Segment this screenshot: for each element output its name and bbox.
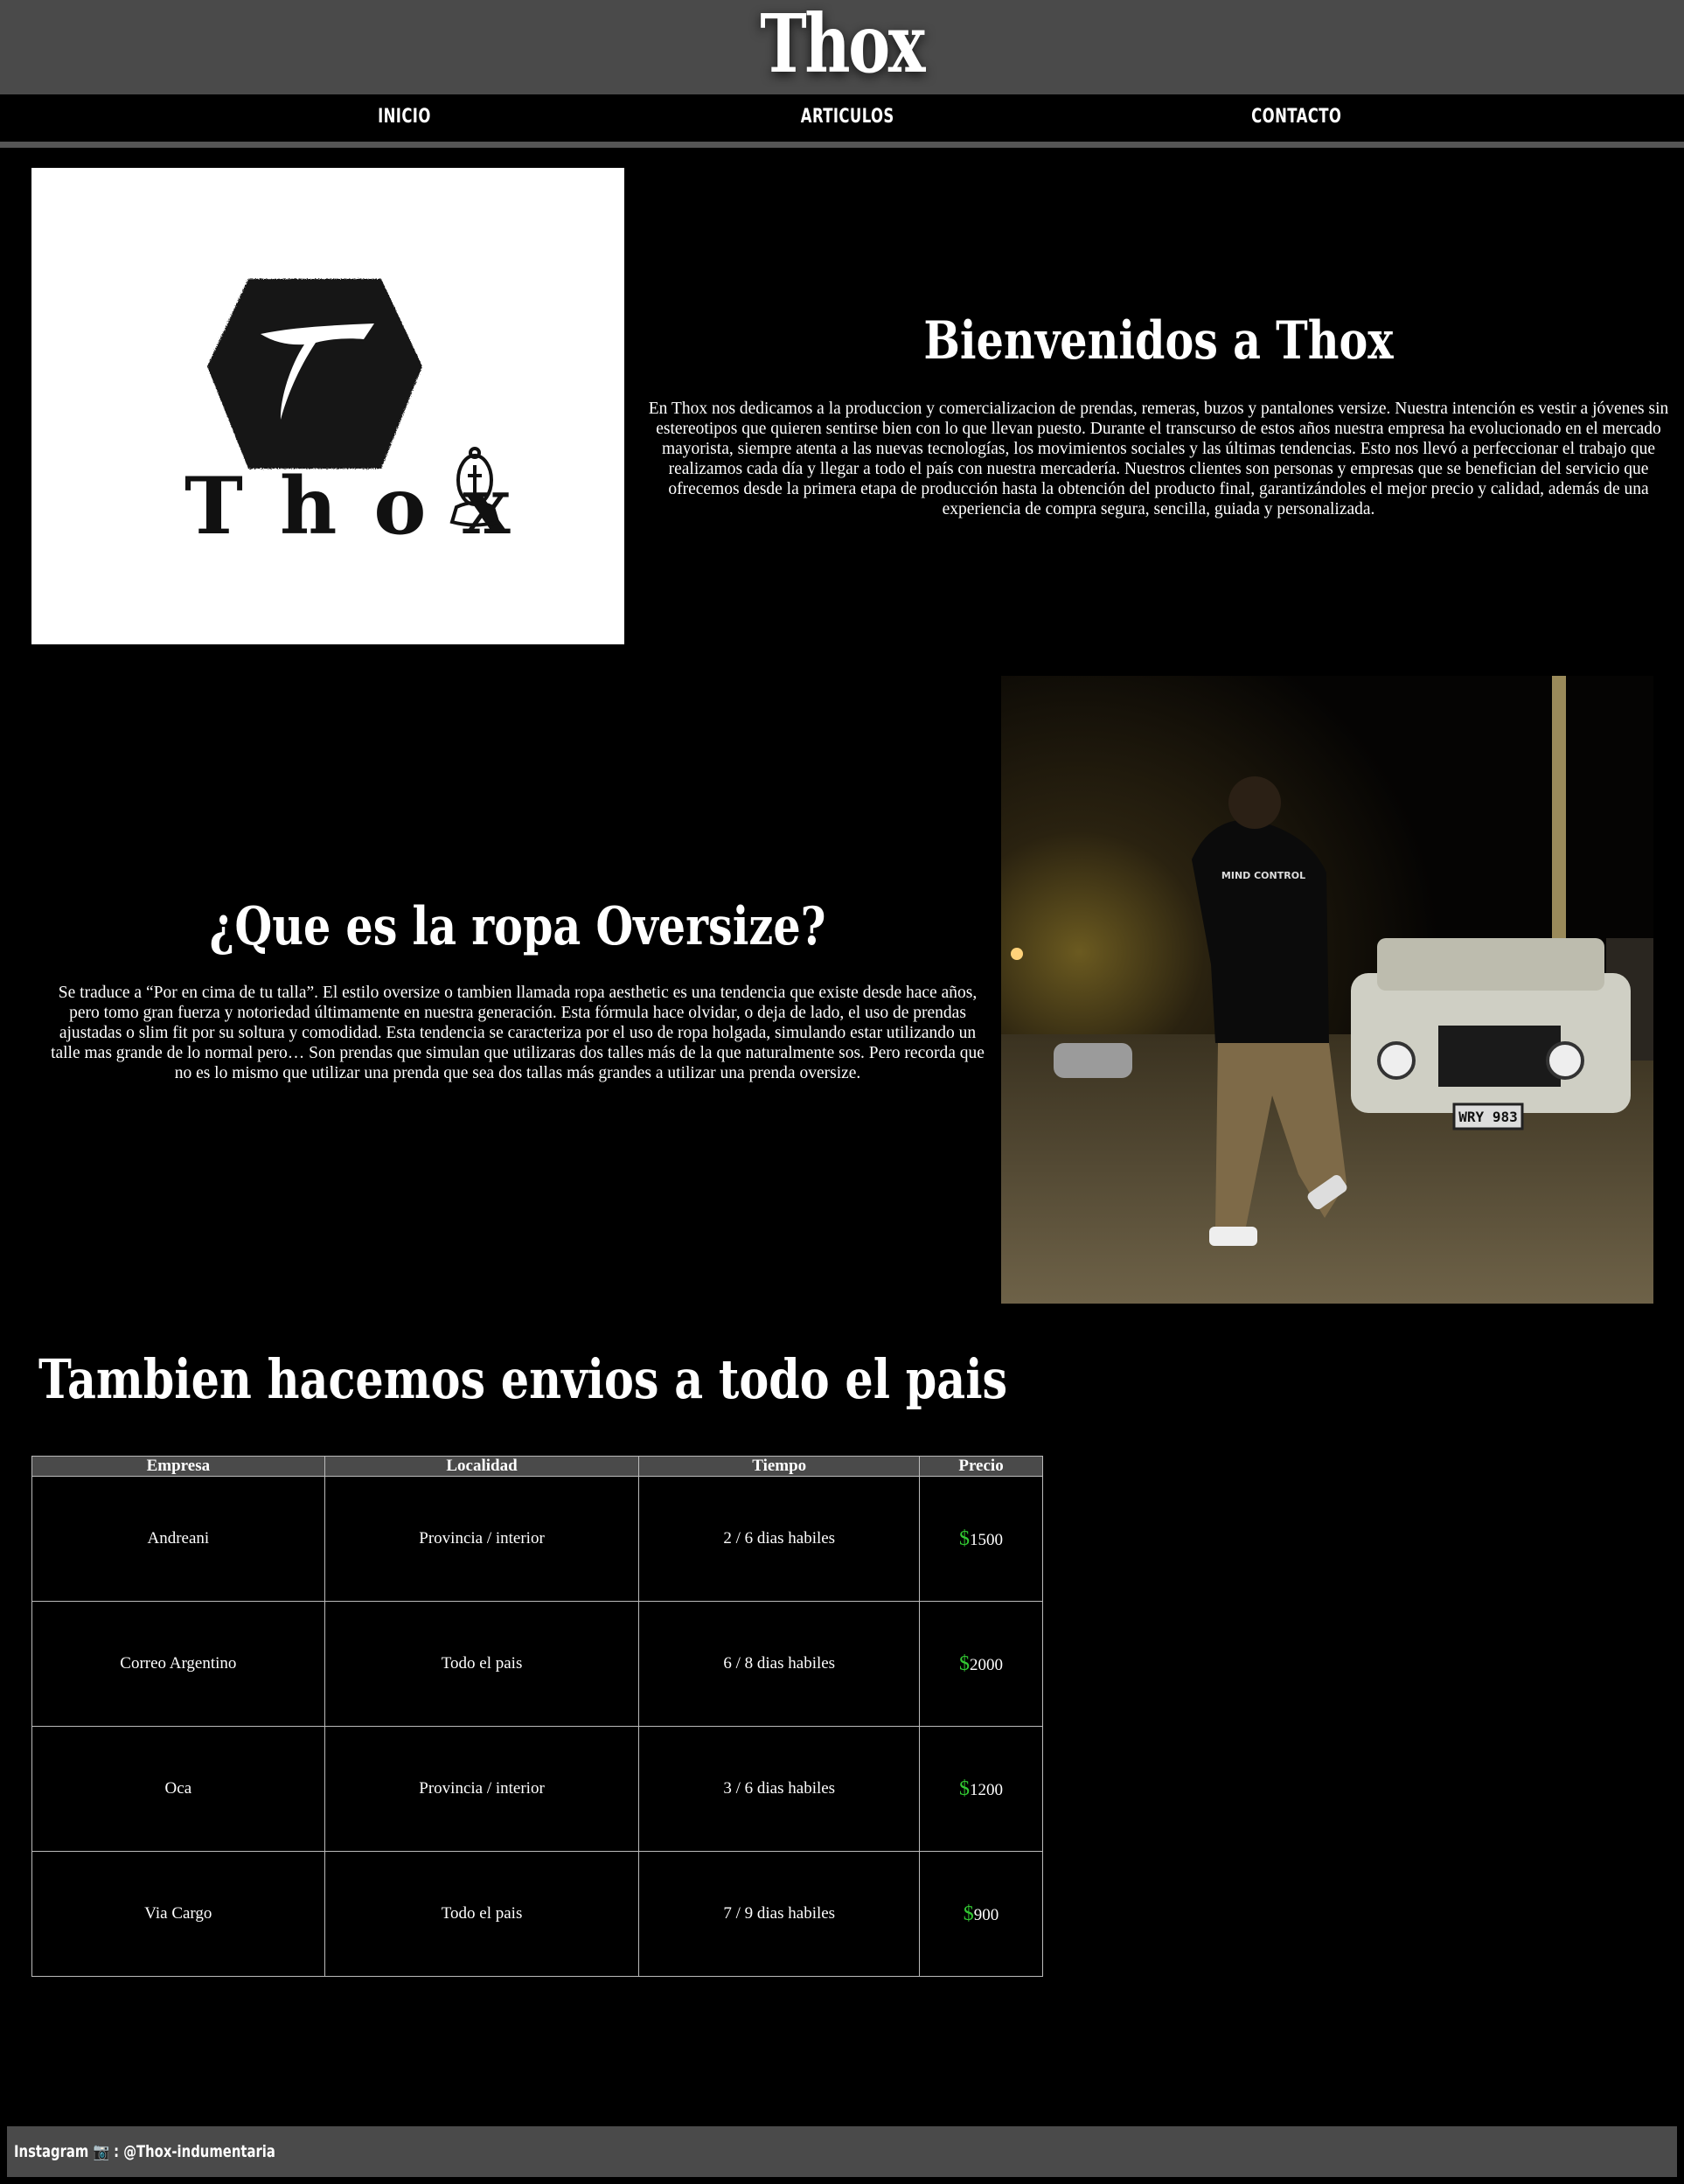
empresa-cell: Oca [31,1726,325,1852]
column-header-tiempo: Tiempo [638,1456,921,1477]
precio-cell: $1500 [919,1476,1043,1602]
oversize-title: ¿Que es la ropa Oversize? [209,896,826,957]
dollar-icon: $ [959,1527,971,1550]
welcome-title: Bienvenidos a Thox [923,310,1394,372]
column-header-empresa: Empresa [31,1456,325,1477]
table-row: Oca Provincia / interior 3 / 6 dias habi… [31,1726,1043,1852]
nav-inicio-link[interactable]: INICIO [378,104,431,130]
precio-value: 1200 [970,1780,1004,1799]
tiempo-cell: 7 / 9 dias habiles [638,1851,921,1977]
tiempo-cell: 6 / 8 dias habiles [638,1601,921,1727]
localidad-cell: Provincia / interior [324,1476,640,1602]
main-nav: INICIO ARTICULOS CONTACTO [0,94,1684,148]
nav-contacto-link[interactable]: CONTACTO [1251,104,1341,130]
empresa-cell: Via Cargo [31,1851,325,1977]
localidad-cell: Todo el pais [324,1851,640,1977]
hexagon-shape [207,279,422,469]
shirt-print: MIND CONTROL [1221,870,1305,881]
precio-value: 900 [973,1905,999,1924]
welcome-text: En Thox nos dedicamos a la produccion y … [648,400,1669,518]
oversize-section: ¿Que es la ropa Oversize? Se traduce a “… [45,892,990,1083]
license-plate: WRY 983 [1458,1109,1517,1125]
tiempo-cell: 3 / 6 dias habiles [638,1726,921,1852]
localidad-cell: Provincia / interior [324,1726,640,1852]
dollar-icon: $ [959,1652,971,1675]
empresa-cell: Correo Argentino [31,1601,325,1727]
precio-cell: $900 [919,1851,1043,1977]
dollar-icon: $ [963,1902,974,1925]
night-street-photo: WRY 983 MIND CONTROL [1001,676,1653,1304]
column-header-precio: Precio [919,1456,1043,1477]
oversize-photo: WRY 983 MIND CONTROL [1001,676,1653,1304]
table-row: Via Cargo Todo el pais 7 / 9 dias habile… [31,1851,1043,1977]
envios-title: Tambien hacemos envios a todo el pais [38,1347,1008,1411]
instagram-handle[interactable]: Instagram 📷 : @Thox-indumentaria [14,2139,275,2165]
nav-articulos-link[interactable]: ARTICULOS [801,104,894,130]
tiempo-cell: 2 / 6 dias habiles [638,1476,921,1602]
oversize-text: Se traduce a “Por en cima de tu talla”. … [51,984,985,1082]
precio-cell: $1200 [919,1726,1043,1852]
precio-value: 1500 [970,1530,1004,1549]
table-header-row: Empresa Localidad Tiempo Precio [31,1456,1043,1477]
shipping-table: Empresa Localidad Tiempo Precio Andreani… [31,1456,1043,1977]
table-row: Andreani Provincia / interior 2 / 6 dias… [31,1476,1043,1602]
table-row: Correo Argentino Todo el pais 6 / 8 dias… [31,1601,1043,1727]
site-title: Thox [760,0,926,91]
precio-value: 2000 [970,1655,1004,1674]
welcome-section: Bienvenidos a Thox En Thox nos dedicamos… [647,306,1670,519]
localidad-cell: Todo el pais [324,1601,640,1727]
precio-cell: $2000 [919,1601,1043,1727]
brand-logo-image: Thox [31,168,624,644]
dollar-icon: $ [959,1777,971,1800]
empresa-cell: Andreani [31,1476,325,1602]
site-footer: Instagram 📷 : @Thox-indumentaria [7,2126,1677,2177]
column-header-localidad: Localidad [324,1456,640,1477]
site-header: Thox [0,0,1684,94]
thox-logo-graphic: Thox [184,279,510,553]
